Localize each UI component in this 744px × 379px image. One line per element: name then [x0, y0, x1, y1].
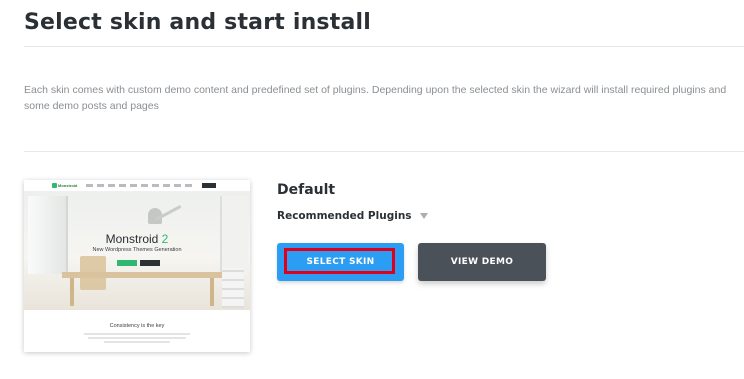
- section-divider: [24, 151, 744, 152]
- preview-hero-subtitle: New Wordpress Themes Generation: [92, 247, 182, 253]
- skin-preview-thumbnail: Monstroid Monstroid 2 New Wordpress Them…: [24, 180, 250, 352]
- title-divider: [24, 46, 744, 47]
- preview-hero-button-secondary: [140, 260, 160, 266]
- preview-hero-title-suffix: 2: [161, 232, 169, 246]
- preview-hero-button-primary: [117, 260, 137, 266]
- view-demo-button[interactable]: VIEW DEMO: [418, 243, 546, 281]
- preview-navbar: Monstroid: [24, 180, 250, 192]
- preview-hero-title-text: Monstroid: [105, 232, 159, 246]
- preview-footer-text: [104, 341, 170, 343]
- preview-shelf: [222, 268, 244, 308]
- preview-logo: Monstroid: [58, 183, 78, 188]
- preview-nav-button: [202, 183, 216, 188]
- caret-down-icon: [419, 213, 428, 219]
- preview-desk-leg: [70, 278, 74, 306]
- preview-footer-text: [88, 337, 186, 339]
- view-demo-label: VIEW DEMO: [450, 257, 514, 267]
- skin-name: Default: [277, 182, 336, 198]
- page-title: Select skin and start install: [24, 10, 371, 35]
- preview-logo-icon: [52, 183, 57, 188]
- preview-footer-title: Consistency is the key: [109, 323, 165, 329]
- preview-footer-text: [84, 333, 190, 335]
- recommended-plugins-label: Recommended Plugins: [277, 210, 412, 222]
- preview-hero-title: Monstroid 2: [24, 232, 250, 246]
- page-description: Each skin comes with custom demo content…: [24, 84, 727, 112]
- preview-nav-links: [86, 184, 196, 187]
- preview-desk-leg: [210, 278, 214, 306]
- preview-desk: [62, 272, 222, 278]
- highlight-box: [284, 248, 395, 274]
- recommended-plugins-toggle[interactable]: Recommended Plugins: [277, 210, 428, 222]
- select-skin-button[interactable]: SELECT SKIN: [277, 243, 404, 281]
